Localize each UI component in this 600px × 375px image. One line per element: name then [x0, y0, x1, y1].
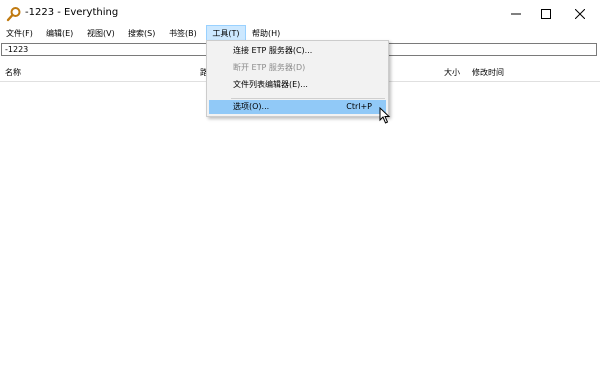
menu-item-connect-etp[interactable]: 连接 ETP 服务器(C)... — [209, 44, 386, 58]
minimize-icon — [511, 13, 521, 15]
window-title: -1223 - Everything — [25, 7, 119, 18]
menu-bookmarks[interactable]: 书签(B) — [168, 26, 198, 42]
column-modified[interactable]: 修改时间 — [472, 67, 504, 78]
menu-view[interactable]: 视图(V) — [86, 26, 116, 42]
close-button[interactable] — [560, 0, 600, 28]
menu-separator — [231, 98, 385, 99]
menu-search[interactable]: 搜索(S) — [127, 26, 156, 42]
menu-edit[interactable]: 编辑(E) — [45, 26, 74, 42]
menu-item-label: 文件列表编辑器(E)... — [233, 80, 308, 89]
tools-menu-dropdown: 连接 ETP 服务器(C)... 断开 ETP 服务器(D) 文件列表编辑器(E… — [206, 40, 389, 117]
column-size[interactable]: 大小 — [444, 67, 460, 78]
menu-item-file-list-editor[interactable]: 文件列表编辑器(E)... — [209, 78, 386, 92]
app-window: -1223 - Everything 文件(F) 编辑(E) 视图(V) 搜索(… — [0, 0, 600, 375]
results-list[interactable] — [0, 82, 600, 375]
mouse-pointer-icon — [379, 107, 391, 124]
menu-item-label: 选项(O)... — [233, 102, 270, 111]
menu-item-options[interactable]: 选项(O)... Ctrl+P — [209, 100, 386, 114]
column-name[interactable]: 名称 — [5, 67, 21, 78]
menu-file[interactable]: 文件(F) — [5, 26, 34, 42]
maximize-icon — [541, 9, 551, 19]
menu-item-label: 连接 ETP 服务器(C)... — [233, 46, 313, 55]
magnifier-icon — [6, 7, 21, 22]
shortcut-label: Ctrl+P — [346, 102, 372, 111]
search-value: -1223 — [5, 45, 29, 54]
menu-item-disconnect-etp: 断开 ETP 服务器(D) — [209, 61, 386, 75]
title-bar[interactable]: -1223 - Everything — [0, 0, 600, 28]
close-icon — [575, 9, 585, 19]
menu-item-label: 断开 ETP 服务器(D) — [233, 63, 306, 72]
